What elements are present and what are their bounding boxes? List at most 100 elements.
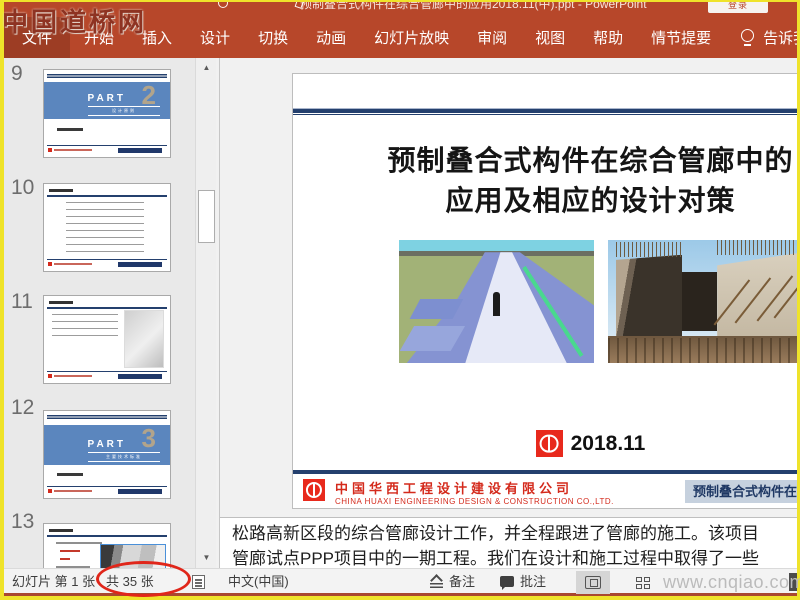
- thumb-bullet-text: [57, 128, 83, 131]
- tell-me-box[interactable]: 告诉我: [725, 17, 797, 58]
- footer-title-mini: [118, 148, 162, 153]
- site-watermark-top: 中国道桥网: [2, 8, 148, 37]
- scroll-up-button[interactable]: ▲: [198, 60, 215, 76]
- company-name-mini: [54, 263, 92, 265]
- thumb-part-banner: PART 3 主要技术标准: [44, 423, 170, 465]
- scrollbar-thumb[interactable]: [198, 190, 215, 243]
- comments-toggle-button[interactable]: 批注: [500, 569, 546, 594]
- comment-icon: [500, 576, 514, 590]
- tunnel-3d-render-image[interactable]: [399, 240, 594, 363]
- powerpoint-window: 预制叠合式构件在综合管廊中的应用2018.11(中).ppt - PowerPo…: [4, 2, 797, 596]
- slide-header-rule: [293, 108, 797, 115]
- window-title: 预制叠合式构件在综合管廊中的应用2018.11(中).ppt - PowerPo…: [300, 2, 647, 11]
- undo-icon[interactable]: [218, 2, 228, 8]
- company-name-mini: [54, 490, 92, 492]
- slide-number: 11: [11, 290, 33, 313]
- photo-right-wall: [717, 252, 797, 346]
- thumb-heading-rule: [47, 307, 167, 309]
- language-indicator[interactable]: 中文(中国): [228, 569, 289, 594]
- photo-opening: [682, 271, 718, 331]
- thumb-footer: [47, 259, 167, 267]
- thumb-heading: [49, 189, 73, 192]
- notes-icon: [430, 576, 443, 588]
- part-subtitle: 设计原则: [88, 106, 160, 116]
- thumb-red-text: [60, 550, 80, 552]
- tab-design[interactable]: 设计: [186, 17, 244, 58]
- slide-number: 12: [11, 396, 35, 419]
- screenshot-root: 预制叠合式构件在综合管廊中的应用2018.11(中).ppt - PowerPo…: [0, 0, 800, 600]
- normal-view-icon: [585, 576, 601, 589]
- photo-floor-rebar: [608, 338, 797, 363]
- thumb-body-lines: [66, 202, 144, 258]
- thumb-body-lines: [52, 314, 118, 342]
- company-name-cn: 中国华西工程设计建设有限公司: [335, 481, 574, 496]
- thumb-bullet-text: [57, 473, 83, 476]
- tab-animations[interactable]: 动画: [302, 17, 360, 58]
- footer-title-mini: [118, 374, 162, 379]
- slide-title[interactable]: 预制叠合式构件在综合管廊中的 应用及相应的设计对策: [293, 142, 797, 222]
- thumb-footer: [47, 486, 167, 494]
- company-name-en: CHINA HUAXI ENGINEERING DESIGN & CONSTRU…: [335, 497, 614, 506]
- tab-transitions[interactable]: 切换: [244, 17, 302, 58]
- tab-help[interactable]: 帮助: [579, 17, 637, 58]
- company-name-block: 中国华西工程设计建设有限公司 CHINA HUAXI ENGINEERING D…: [335, 478, 614, 506]
- slide-thumbnail-panel: 9 PART 2 设计原则 10 11 12 PART 3 主要技术标准 13: [4, 58, 195, 568]
- company-logo-icon: [48, 489, 52, 493]
- tab-slideshow[interactable]: 幻灯片放映: [360, 17, 463, 58]
- footer-title-mini: [118, 489, 162, 494]
- slide-sorter-icon: [636, 576, 650, 589]
- part-label: PART: [87, 93, 126, 104]
- slide-title-line1: 预制叠合式构件在综合管廊中的: [387, 146, 794, 177]
- content-area: 9 PART 2 设计原则 10 11 12 PART 3 主要技术标准 13 …: [4, 58, 797, 568]
- slide-title-line2: 应用及相应的设计对策: [445, 186, 736, 217]
- construction-photo-image[interactable]: [608, 240, 797, 363]
- thumbnail-slide-9[interactable]: PART 2 设计原则: [43, 69, 171, 158]
- slide-editor-area: 预制叠合式构件在综合管廊中的 应用及相应的设计对策 2018.11 中国华西工程…: [220, 58, 797, 517]
- thumb-heading: [49, 301, 73, 304]
- lightbulb-icon: [741, 29, 755, 46]
- tab-storyboard[interactable]: 情节提要: [637, 17, 725, 58]
- normal-view-button[interactable]: [576, 571, 610, 594]
- company-logo-icon: [48, 374, 52, 378]
- notes-line1: 松路高新区段的综合管廊设计工作，并全程跟进了管廊的施工。该项目: [232, 524, 759, 543]
- tab-view[interactable]: 视图: [521, 17, 579, 58]
- slide-sorter-view-button[interactable]: [626, 571, 660, 594]
- thumb-footer: [47, 371, 167, 379]
- proofing-icon[interactable]: [192, 575, 205, 589]
- slide-canvas[interactable]: 预制叠合式构件在综合管廊中的 应用及相应的设计对策 2018.11 中国华西工程…: [292, 73, 797, 509]
- footer-title-mini: [118, 262, 162, 267]
- company-logo-icon: [48, 262, 52, 266]
- thumb-footer: [47, 145, 167, 153]
- slide-date: 2018.11: [570, 431, 646, 455]
- slide-number: 13: [11, 510, 35, 533]
- notes-pane[interactable]: 松路高新区段的综合管廊设计工作，并全程跟进了管廊的施工。该项目 管廊试点PPP项…: [220, 517, 797, 568]
- notes-toggle-label: 备注: [449, 574, 476, 589]
- photo-left-wall: [615, 254, 683, 341]
- thumbnail-scrollbar[interactable]: ▲ ▼: [195, 58, 216, 568]
- thumb-topline: [47, 74, 167, 78]
- thumb-topline: [47, 415, 167, 419]
- signin-button[interactable]: 登录: [708, 2, 768, 13]
- photo-rebar: [615, 242, 683, 258]
- thumbnail-slide-11[interactable]: [43, 295, 171, 384]
- slide-number: 10: [11, 176, 35, 199]
- scroll-down-button[interactable]: ▼: [198, 550, 215, 566]
- site-watermark-bottom: www.cnqiao.com: [663, 572, 800, 592]
- comments-toggle-label: 批注: [520, 574, 547, 589]
- thumb-heading-rule: [47, 195, 167, 197]
- thumb-image: [124, 310, 164, 368]
- slide-date-block[interactable]: 2018.11: [293, 430, 797, 462]
- slide-footer: 中国华西工程设计建设有限公司 CHINA HUAXI ENGINEERING D…: [293, 474, 797, 508]
- thumbnail-slide-12[interactable]: PART 3 主要技术标准: [43, 410, 171, 499]
- notes-line2: 管廊试点PPP项目中的一期工程。我们在设计和施工过程中取得了一些: [232, 549, 760, 568]
- thumb-heading: [49, 529, 73, 532]
- huaxi-logo-icon: [303, 479, 325, 501]
- thumbnail-slide-10[interactable]: [43, 183, 171, 272]
- notes-toggle-button[interactable]: 备注: [430, 569, 475, 594]
- tab-review[interactable]: 审阅: [463, 17, 521, 58]
- huaxi-logo-icon: [535, 430, 563, 457]
- signin-label: 登录: [727, 2, 748, 10]
- part-label: PART: [87, 439, 126, 450]
- company-name-mini: [54, 375, 92, 377]
- thumb-part-banner: PART 2 设计原则: [44, 80, 170, 119]
